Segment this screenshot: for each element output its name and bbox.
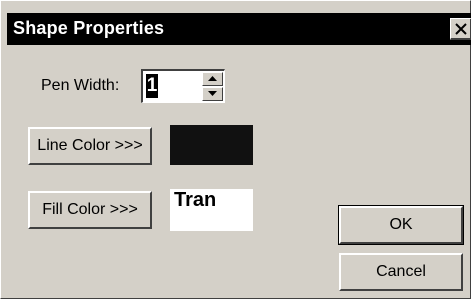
pen-width-spinner[interactable]: 1: [141, 69, 225, 103]
spin-up-button[interactable]: [202, 72, 223, 86]
fill-color-button[interactable]: Fill Color >>>: [28, 191, 152, 229]
close-icon: [455, 23, 467, 35]
pen-width-label: Pen Width:: [41, 77, 120, 94]
line-color-swatch: [170, 125, 253, 165]
spin-up-arrow-icon: [208, 76, 217, 81]
pen-width-value[interactable]: 1: [146, 74, 158, 98]
close-button[interactable]: [450, 18, 471, 40]
title-bar[interactable]: Shape Properties: [7, 13, 471, 45]
shape-properties-dialog: Shape Properties Pen Width: 1 Line Color…: [0, 0, 471, 299]
spin-down-arrow-icon: [208, 91, 217, 96]
ok-button[interactable]: OK: [338, 205, 464, 245]
fill-color-swatch-text: Tran: [174, 189, 217, 211]
spin-down-button[interactable]: [202, 87, 223, 101]
line-color-button[interactable]: Line Color >>>: [28, 127, 152, 165]
window-title: Shape Properties: [13, 18, 165, 38]
fill-color-swatch: Tran: [170, 189, 253, 231]
cancel-button[interactable]: Cancel: [339, 253, 463, 291]
